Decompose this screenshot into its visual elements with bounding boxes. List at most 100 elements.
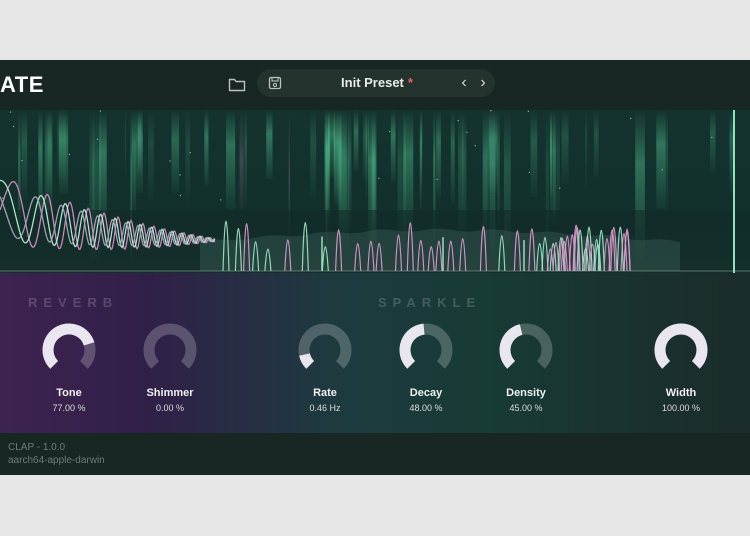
aurora-streak xyxy=(436,110,441,199)
sparkle-dot xyxy=(2,197,4,199)
density-label: Density xyxy=(506,387,546,399)
sparkle-dot xyxy=(389,130,391,133)
sparkle-dot xyxy=(99,110,102,112)
aurora-streak xyxy=(57,110,66,179)
sparkle-dot xyxy=(21,160,23,162)
aurora-streak xyxy=(593,110,599,179)
sparkle-dot xyxy=(68,153,71,156)
header-bar: ATE Init Preset * ‹ › xyxy=(0,60,750,110)
sparkle-dot xyxy=(661,169,663,171)
rate-knob[interactable] xyxy=(296,321,354,379)
aurora-streak xyxy=(21,110,28,198)
width-knob[interactable] xyxy=(652,321,710,379)
aurora-streak xyxy=(239,110,244,210)
rate-knob-group: Rate 0.46 Hz xyxy=(285,321,365,413)
sparkle-dot xyxy=(378,177,380,179)
knob-fill xyxy=(654,323,708,369)
plugin-window: ATE Init Preset * ‹ › REVERB SPARKLE Ton… xyxy=(0,60,750,475)
platform-info: aarch64-apple-darwin xyxy=(8,455,105,466)
aurora-streak xyxy=(710,110,716,174)
sparkle-dot xyxy=(179,174,181,176)
aurora-streak xyxy=(530,110,538,197)
tone-knob-group: Tone 77.00 % xyxy=(29,321,109,413)
sparkle-dot xyxy=(179,194,182,197)
decay-value: 48.00 % xyxy=(409,403,443,413)
preset-name[interactable]: Init Preset * xyxy=(317,75,437,90)
aurora-streak xyxy=(44,110,53,216)
sparkle-dot xyxy=(630,117,632,120)
reverb-section-title: REVERB xyxy=(28,295,119,310)
decay-label: Decay xyxy=(409,387,443,399)
spectrum-visualizer xyxy=(0,110,750,273)
sparkle-dot xyxy=(559,187,561,189)
sparkle-dot xyxy=(12,125,15,128)
density-knob[interactable] xyxy=(497,321,555,379)
aurora-streak xyxy=(266,110,273,179)
aurora-streak xyxy=(419,110,422,209)
knob-fill xyxy=(299,353,315,369)
decay-knob[interactable] xyxy=(397,321,455,379)
sparkle-dot xyxy=(466,131,468,133)
aurora-streak xyxy=(656,110,666,209)
sparkle-dot xyxy=(96,138,99,140)
aurora-streak xyxy=(550,110,556,223)
spectrum-graphic xyxy=(0,110,750,273)
shimmer-value: 0.00 % xyxy=(155,403,185,413)
sparkle-dot xyxy=(490,110,492,112)
density-knob-group: Density 45.00 % xyxy=(486,321,566,413)
sparkle-section-title: SPARKLE xyxy=(378,295,482,310)
sparkle-dot xyxy=(189,152,191,154)
aurora-streak xyxy=(585,110,588,187)
aurora-streak xyxy=(38,110,43,217)
width-knob-group: Width 100.00 % xyxy=(641,321,721,413)
sparkle-dot xyxy=(220,199,222,201)
knob-fill xyxy=(499,324,523,369)
aurora-streak xyxy=(244,110,247,206)
playhead-marker xyxy=(733,110,735,273)
controls-panel: REVERB SPARKLE Tone 77.00 % Shimmer 0.00… xyxy=(0,273,750,433)
aurora-streak xyxy=(497,110,500,226)
tone-knob[interactable] xyxy=(40,321,98,379)
sparkle-dot xyxy=(9,111,12,113)
sparkle-dot xyxy=(711,136,713,138)
sparkle-dot xyxy=(169,160,171,162)
aurora-streak xyxy=(185,110,191,204)
aurora-streak xyxy=(390,110,396,182)
aurora-streak xyxy=(124,110,127,179)
width-value: 100.00 % xyxy=(661,403,701,413)
aurora-streak xyxy=(310,110,317,199)
preset-name-label: Init Preset xyxy=(341,75,404,90)
footer-bar: CLAP - 1.0.0 aarch64-apple-darwin xyxy=(0,433,750,475)
previous-preset-button[interactable]: ‹ xyxy=(456,73,472,93)
aurora-streak xyxy=(226,110,236,210)
save-icon[interactable] xyxy=(266,74,284,92)
shimmer-label: Shimmer xyxy=(146,387,194,399)
width-label: Width xyxy=(665,387,697,399)
folder-icon[interactable] xyxy=(226,73,248,95)
rate-value: 0.46 Hz xyxy=(309,403,341,413)
tone-value: 77.00 % xyxy=(52,403,86,413)
preset-selector[interactable]: Init Preset * ‹ › xyxy=(257,69,495,97)
aurora-streak xyxy=(450,110,455,204)
tone-label: Tone xyxy=(56,387,82,399)
rate-label: Rate xyxy=(313,387,337,399)
preset-dirty-marker: * xyxy=(407,75,413,90)
aurora-streak xyxy=(666,110,669,211)
density-value: 45.00 % xyxy=(509,403,543,413)
aurora-streak xyxy=(136,110,143,194)
format-version: CLAP - 1.0.0 xyxy=(8,442,66,453)
shimmer-knob[interactable] xyxy=(141,321,199,379)
aurora-streak xyxy=(171,110,180,193)
knob-fill xyxy=(399,323,425,369)
aurora-streak xyxy=(365,110,368,198)
aurora-streak xyxy=(132,110,137,212)
aurora-streak xyxy=(353,110,359,171)
sparkle-dot xyxy=(436,178,438,181)
decay-knob-group: Decay 48.00 % xyxy=(386,321,466,413)
next-preset-button[interactable]: › xyxy=(475,73,491,93)
sparkle-dot xyxy=(457,120,459,122)
sparkle-dot xyxy=(474,145,476,147)
sparkle-dot xyxy=(528,171,531,174)
shimmer-knob-group: Shimmer 0.00 % xyxy=(130,321,210,413)
aurora-streak xyxy=(148,110,154,202)
